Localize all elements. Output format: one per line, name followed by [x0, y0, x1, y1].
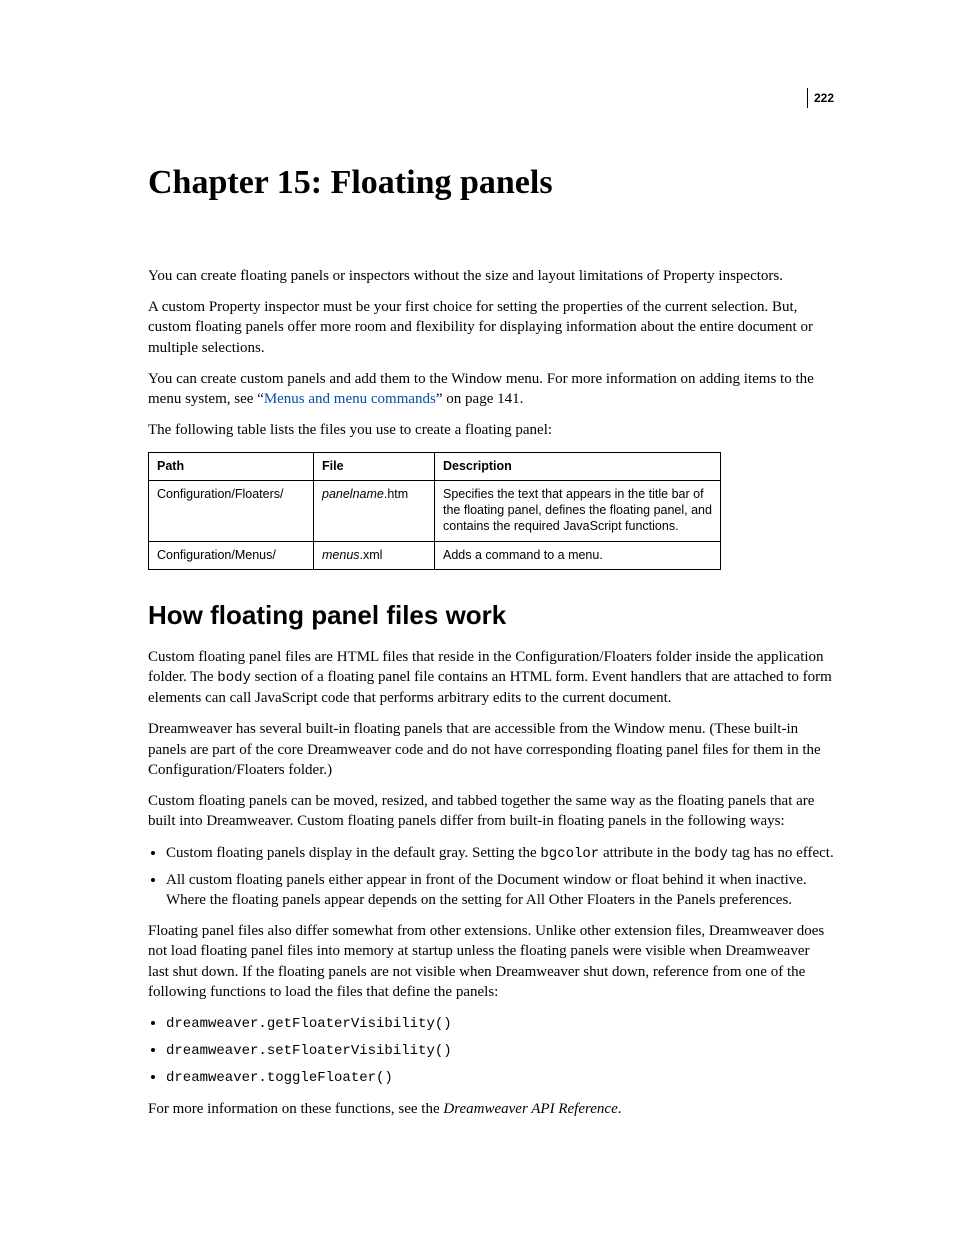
code-bgcolor: bgcolor	[540, 846, 599, 862]
section2-paragraph-2: Dreamweaver has several built-in floatin…	[148, 719, 834, 780]
api-ref-title: Dreamweaver API Reference	[443, 1101, 617, 1117]
bullet-text: All custom floating panels either appear…	[166, 872, 807, 908]
table-row: Configuration/Menus/ menus.xml Adds a co…	[149, 541, 721, 569]
list-item: dreamweaver.setFloaterVisibility()	[166, 1040, 834, 1061]
list-item: Custom floating panels display in the de…	[166, 843, 834, 864]
bullet-text: attribute in the	[599, 845, 694, 861]
s2p1-text-b: section of a floating panel file contain…	[148, 669, 832, 706]
table-intro: The following table lists the files you …	[148, 420, 834, 440]
code-func: dreamweaver.toggleFloater()	[166, 1070, 393, 1086]
page-number: 222	[807, 88, 834, 108]
section2-paragraph-1: Custom floating panel files are HTML fil…	[148, 647, 834, 708]
intro-paragraph-3: You can create custom panels and add the…	[148, 369, 834, 410]
list-item: dreamweaver.getFloaterVisibility()	[166, 1013, 834, 1034]
table-row: Configuration/Floaters/ panelname.htm Sp…	[149, 480, 721, 541]
chapter-title: Chapter 15: Floating panels	[148, 160, 834, 206]
page-number-text: 222	[814, 91, 834, 105]
file-rest: .xml	[360, 548, 383, 562]
intro-paragraph-2: A custom Property inspector must be your…	[148, 297, 834, 358]
cell-file: menus.xml	[314, 541, 435, 569]
files-table: Path File Description Configuration/Floa…	[148, 452, 721, 570]
cell-desc: Specifies the text that appears in the t…	[435, 480, 721, 541]
section2-paragraph-5: For more information on these functions,…	[148, 1099, 834, 1119]
code-body: body	[217, 670, 251, 686]
list-item: dreamweaver.toggleFloater()	[166, 1067, 834, 1088]
list-item: All custom floating panels either appear…	[166, 870, 834, 911]
file-rest: .htm	[384, 487, 408, 501]
cell-path: Configuration/Menus/	[149, 541, 314, 569]
section-title: How floating panel files work	[148, 598, 834, 633]
code-body: body	[694, 846, 728, 862]
bullet-text: Custom floating panels display in the de…	[166, 845, 540, 861]
table-header-row: Path File Description	[149, 452, 721, 480]
code-func: dreamweaver.setFloaterVisibility()	[166, 1043, 452, 1059]
s2p5-text-a: For more information on these functions,…	[148, 1101, 443, 1117]
code-func: dreamweaver.getFloaterVisibility()	[166, 1016, 452, 1032]
intro-paragraph-1: You can create floating panels or inspec…	[148, 266, 834, 286]
page: 222 Chapter 15: Floating panels You can …	[0, 0, 954, 1235]
file-italic: panelname	[322, 487, 384, 501]
header-path: Path	[149, 452, 314, 480]
cell-path: Configuration/Floaters/	[149, 480, 314, 541]
bullet-list-b: dreamweaver.getFloaterVisibility() dream…	[148, 1013, 834, 1088]
bullet-list-a: Custom floating panels display in the de…	[148, 843, 834, 910]
section2-paragraph-3: Custom floating panels can be moved, res…	[148, 791, 834, 832]
cell-file: panelname.htm	[314, 480, 435, 541]
header-desc: Description	[435, 452, 721, 480]
section2-paragraph-4: Floating panel files also differ somewha…	[148, 921, 834, 1002]
cell-desc: Adds a command to a menu.	[435, 541, 721, 569]
s2p5-text-b: .	[618, 1101, 622, 1117]
menus-link[interactable]: Menus and menu commands	[264, 391, 436, 407]
para3-text-b: ” on page 141.	[436, 391, 523, 407]
bullet-text: tag has no effect.	[728, 845, 834, 861]
header-file: File	[314, 452, 435, 480]
file-italic: menus	[322, 548, 360, 562]
